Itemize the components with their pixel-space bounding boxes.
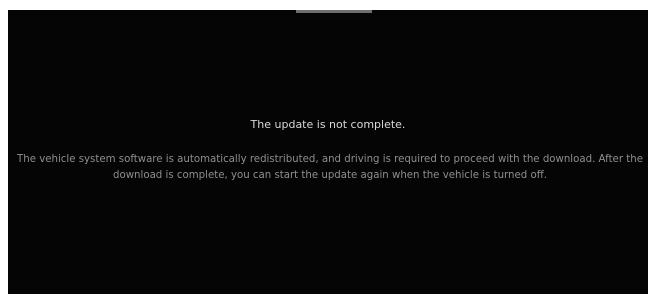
pull-down-handle[interactable] <box>296 10 372 13</box>
update-status-message: The vehicle system software is automatic… <box>17 154 643 181</box>
update-status-screen: The update is not complete. The vehicle … <box>8 10 648 294</box>
update-status-title: The update is not complete. <box>250 118 406 131</box>
